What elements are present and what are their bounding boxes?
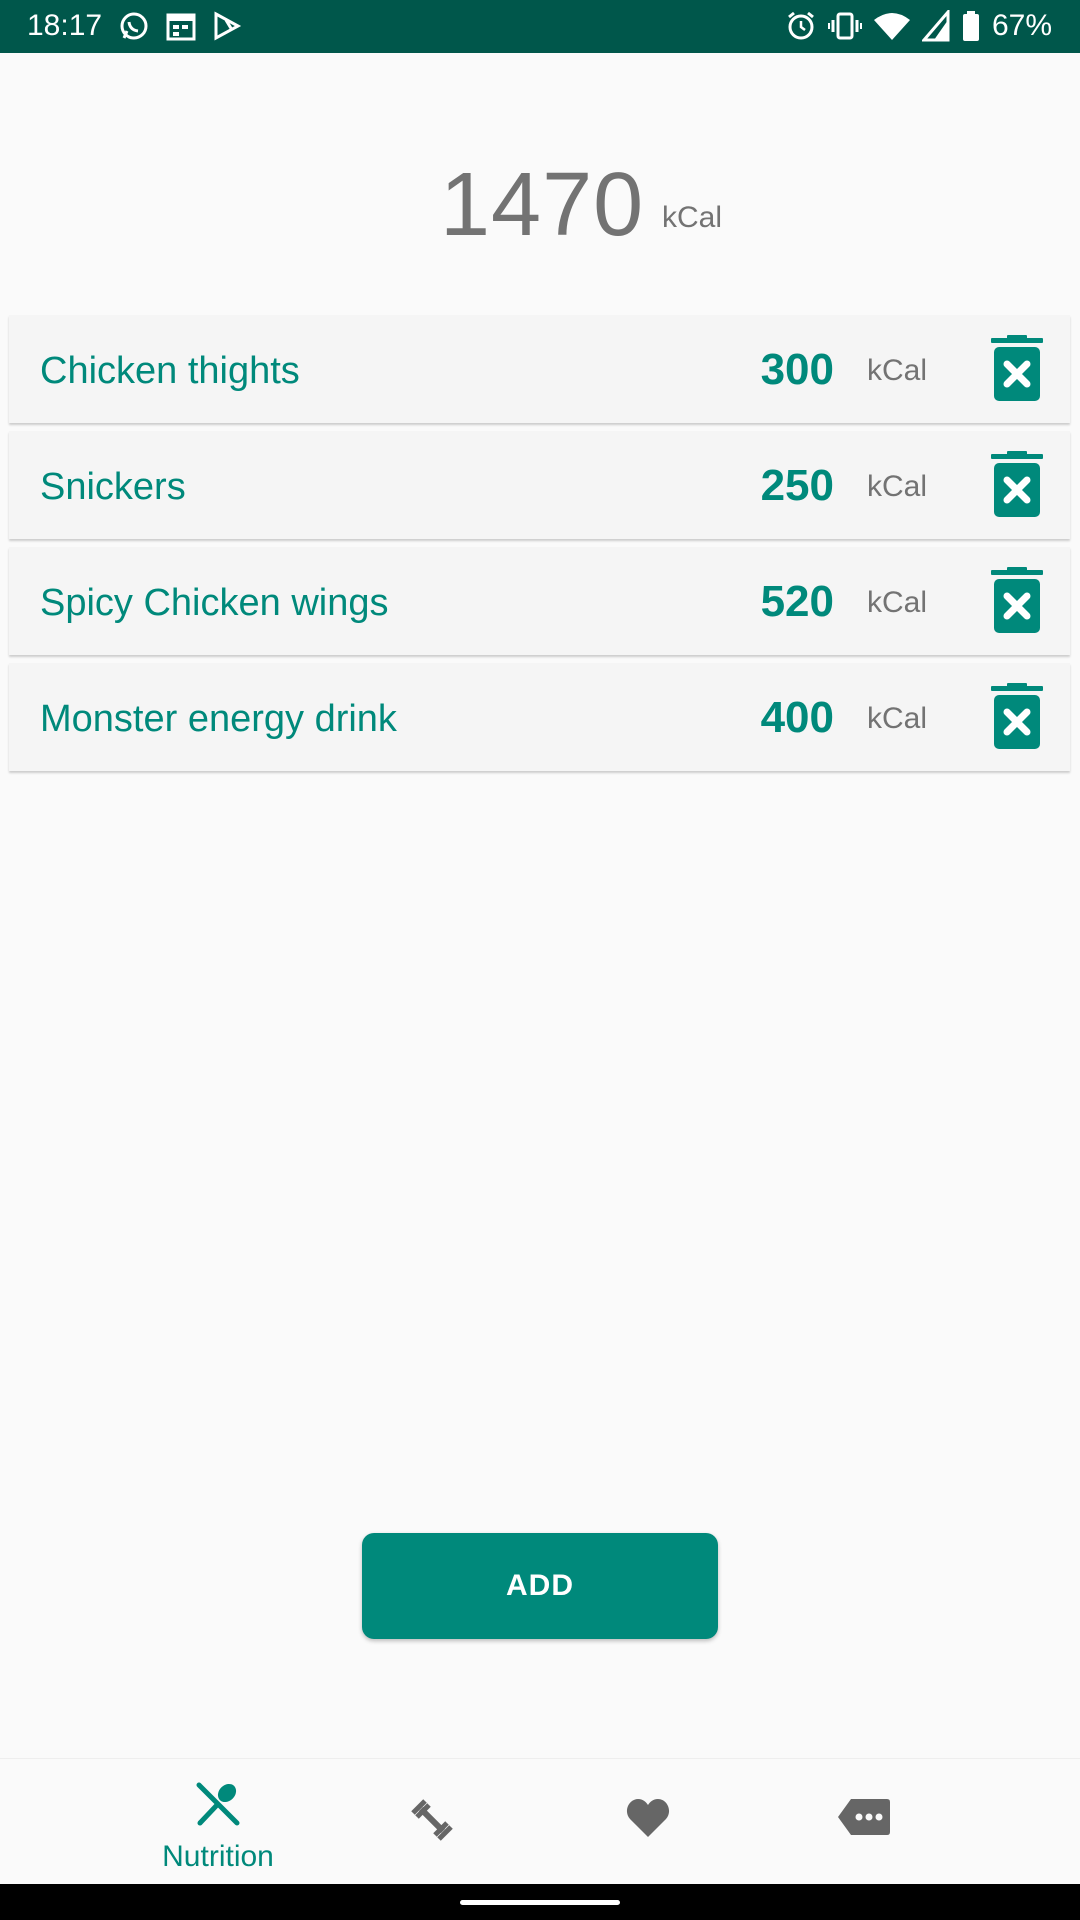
food-row[interactable]: Snickers 250 kCal [9, 431, 1070, 539]
bottom-navigation: Nutrition [0, 1758, 1080, 1885]
food-unit: kCal [867, 586, 928, 619]
alarm-icon [786, 10, 816, 42]
food-kcal: 250 [760, 461, 834, 510]
nav-label-nutrition: Nutrition [162, 1840, 274, 1873]
food-name: Spicy Chicken wings [40, 582, 389, 624]
play-store-icon [212, 10, 242, 42]
more-tag-icon [837, 1797, 891, 1837]
status-system-icons: 67% [786, 8, 1052, 44]
food-list: Chicken thights 300 kCal Snickers 250 kC… [9, 315, 1070, 779]
whatsapp-icon [118, 10, 150, 42]
delete-button[interactable] [989, 683, 1045, 751]
nav-item-health[interactable] [540, 1759, 756, 1885]
delete-button[interactable] [989, 335, 1045, 403]
trash-remove-icon [991, 567, 1043, 633]
system-navigation-bar [0, 1884, 1080, 1920]
food-name: Monster energy drink [40, 698, 397, 740]
food-name: Snickers [40, 466, 186, 508]
nav-item-more[interactable] [756, 1759, 972, 1885]
wifi-icon [873, 10, 910, 42]
food-kcal: 520 [760, 577, 834, 626]
food-kcal: 300 [760, 345, 834, 394]
calendar-icon [166, 10, 196, 42]
delete-button[interactable] [989, 451, 1045, 519]
food-row[interactable]: Monster energy drink 400 kCal [9, 663, 1070, 771]
nutrition-icon [195, 1781, 241, 1827]
fitness-icon [409, 1797, 455, 1843]
vibrate-icon [827, 10, 862, 42]
battery-percent: 67% [991, 9, 1052, 42]
food-kcal: 400 [760, 693, 834, 742]
total-calories: 1470 kCal [0, 150, 1080, 260]
food-name: Chicken thights [40, 350, 300, 392]
food-unit: kCal [867, 470, 928, 503]
food-row[interactable]: Chicken thights 300 kCal [9, 315, 1070, 423]
battery-icon [962, 10, 980, 42]
status-time: 18:17 [27, 9, 103, 42]
heart-icon [625, 1797, 671, 1839]
nav-item-fitness[interactable] [324, 1759, 540, 1885]
food-row[interactable]: Spicy Chicken wings 520 kCal [9, 547, 1070, 655]
total-kcal-unit: kCal [662, 201, 723, 234]
status-notification-icons [118, 10, 242, 42]
food-unit: kCal [867, 354, 928, 387]
home-indicator[interactable] [460, 1900, 620, 1905]
food-unit: kCal [867, 702, 928, 735]
signal-icon [921, 10, 950, 42]
add-button[interactable]: ADD [362, 1533, 718, 1639]
nav-item-nutrition[interactable]: Nutrition [110, 1759, 326, 1885]
trash-remove-icon [991, 335, 1043, 401]
delete-button[interactable] [989, 567, 1045, 635]
trash-remove-icon [991, 451, 1043, 517]
total-kcal-value: 1470 [440, 155, 645, 255]
trash-remove-icon [991, 683, 1043, 749]
status-bar: 18:17 67% [0, 0, 1080, 53]
